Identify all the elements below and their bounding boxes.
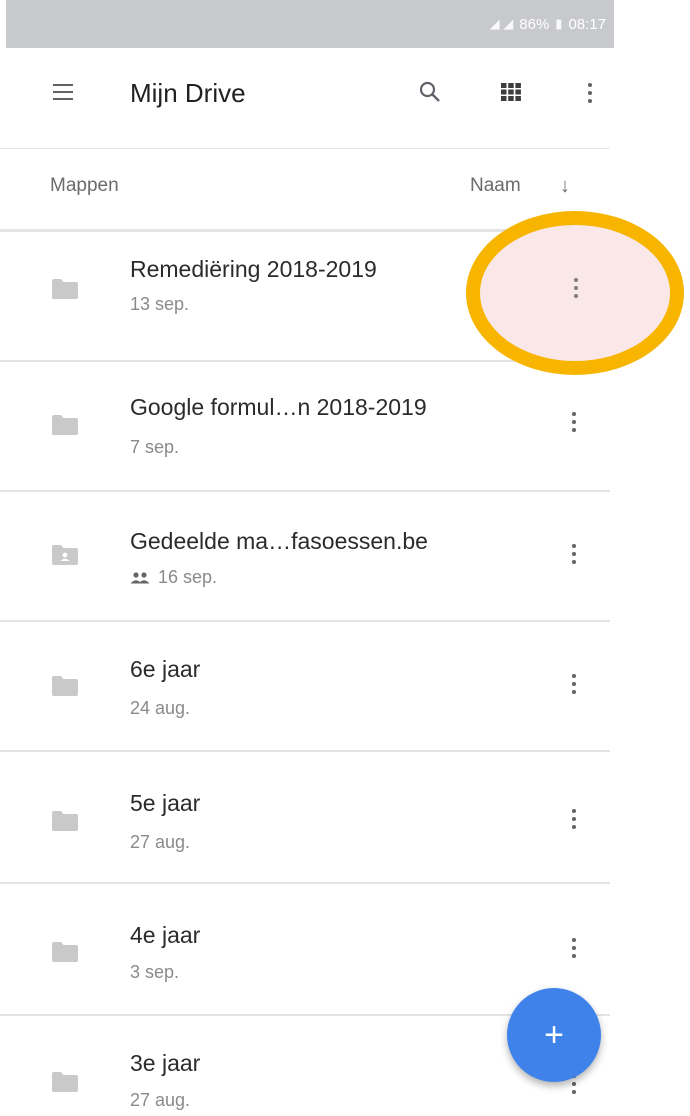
section-label: Mappen	[50, 175, 119, 196]
grid-view-icon[interactable]	[501, 83, 521, 101]
shared-folder-icon	[52, 545, 78, 565]
folder-row[interactable]: Google formul…n 2018-2019 7 sep.	[0, 362, 610, 492]
folder-name: Remediëring 2018-2019	[130, 256, 377, 282]
folder-name: Google formul…n 2018-2019	[130, 394, 427, 420]
clock: 08:17	[568, 15, 606, 33]
folder-row[interactable]: 5e jaar 27 aug.	[0, 754, 610, 884]
folder-date: 27 aug.	[130, 832, 191, 852]
folder-icon	[52, 676, 78, 696]
app-bar: Mijn Drive	[0, 48, 690, 148]
more-vert-icon[interactable]	[570, 936, 578, 960]
folder-name: 4e jaar	[130, 922, 201, 948]
more-vert-icon[interactable]	[586, 81, 594, 105]
signal-icon: ◢ ◢	[489, 16, 514, 31]
list-header: Mappen Naam ↓	[0, 149, 610, 229]
plus-icon: +	[544, 1015, 564, 1054]
folder-icon	[52, 279, 78, 299]
battery-icon: ▮	[555, 16, 563, 31]
folder-row[interactable]: 4e jaar 3 sep.	[0, 886, 610, 1016]
folder-date: 7 sep.	[130, 437, 180, 457]
menu-icon[interactable]	[53, 84, 73, 100]
sort-button[interactable]: Naam	[470, 175, 521, 197]
folder-date: 13 sep.	[130, 294, 190, 314]
folder-icon	[52, 942, 78, 962]
arrow-down-icon[interactable]: ↓	[560, 175, 570, 198]
search-icon[interactable]	[418, 80, 442, 104]
folder-icon	[52, 415, 78, 435]
folder-name: 3e jaar	[130, 1050, 201, 1076]
folder-date: 24 aug.	[130, 698, 191, 718]
battery-level: 86%	[519, 15, 550, 33]
folder-row[interactable]: 6e jaar 24 aug.	[0, 622, 610, 752]
page-title: Mijn Drive	[130, 78, 246, 108]
folder-date: 3 sep.	[130, 962, 180, 982]
highlight-annotation	[466, 211, 684, 375]
shared-people-icon	[130, 571, 150, 583]
more-vert-icon[interactable]	[570, 807, 578, 831]
more-vert-icon[interactable]	[570, 672, 578, 696]
folder-icon	[52, 811, 78, 831]
folder-row[interactable]: Gedeelde ma…fasoessen.be 16 sep.	[0, 492, 610, 622]
folder-name: Gedeelde ma…fasoessen.be	[130, 528, 428, 554]
folder-date: 27 aug.	[130, 1090, 191, 1110]
more-vert-icon[interactable]	[572, 276, 580, 300]
more-vert-icon[interactable]	[570, 410, 578, 434]
folder-name: 6e jaar	[130, 656, 201, 682]
more-vert-icon[interactable]	[570, 542, 578, 566]
add-button[interactable]: +	[507, 988, 601, 1082]
folder-date: 16 sep.	[130, 567, 217, 588]
folder-icon	[52, 1072, 78, 1092]
status-bar: ◢ ◢ 86% ▮ 08:17	[6, 0, 614, 48]
folder-name: 5e jaar	[130, 790, 201, 816]
